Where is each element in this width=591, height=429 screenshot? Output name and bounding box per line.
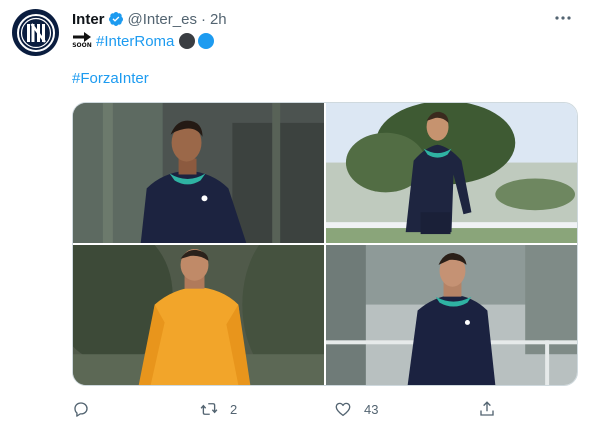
photo-player-smiling-navy-kit[interactable] xyxy=(73,103,324,243)
heart-icon xyxy=(335,402,351,417)
photo-goalkeeper-orange-kit[interactable] xyxy=(73,245,324,385)
separator-dot: · xyxy=(200,10,206,28)
like-count: 43 xyxy=(364,401,379,417)
like-button[interactable]: 43 xyxy=(334,398,378,420)
soon-arrow-icon: SOON xyxy=(72,32,92,50)
author-handle[interactable]: @Inter_es xyxy=(128,11,197,28)
tweet-card[interactable]: Inter @Inter_es · 2h SOON #InterRoma #Fo… xyxy=(0,0,591,429)
hashtag-link[interactable]: #ForzaInter xyxy=(72,70,149,87)
retweet-icon xyxy=(200,403,218,415)
inter-logo-icon xyxy=(16,13,55,52)
media-grid xyxy=(72,102,578,386)
verified-badge-icon xyxy=(108,11,124,27)
black-circle-icon xyxy=(179,33,196,49)
tweet-actions: 2 43 xyxy=(72,398,502,420)
retweet-button[interactable]: 2 xyxy=(200,398,237,420)
reply-button[interactable] xyxy=(72,398,102,420)
reply-icon xyxy=(74,402,88,417)
tweet-header: Inter @Inter_es · 2h xyxy=(72,9,227,29)
hashtag-link[interactable]: #InterRoma xyxy=(96,33,174,50)
author-name[interactable]: Inter xyxy=(72,11,105,28)
soon-label: SOON xyxy=(72,42,92,49)
more-options-icon[interactable] xyxy=(553,10,573,26)
avatar[interactable] xyxy=(12,9,59,56)
share-button[interactable] xyxy=(478,398,508,420)
photo-player-walking-navy-kit[interactable] xyxy=(326,103,577,243)
tweet-text-line-1: SOON #InterRoma xyxy=(72,31,215,51)
retweet-count: 2 xyxy=(230,401,238,417)
photo-young-player-navy-kit[interactable] xyxy=(326,245,577,385)
blue-circle-icon xyxy=(198,33,215,49)
tweet-text-line-2: #ForzaInter xyxy=(72,70,149,90)
share-icon xyxy=(480,401,494,416)
tweet-timestamp[interactable]: 2h xyxy=(210,11,227,28)
